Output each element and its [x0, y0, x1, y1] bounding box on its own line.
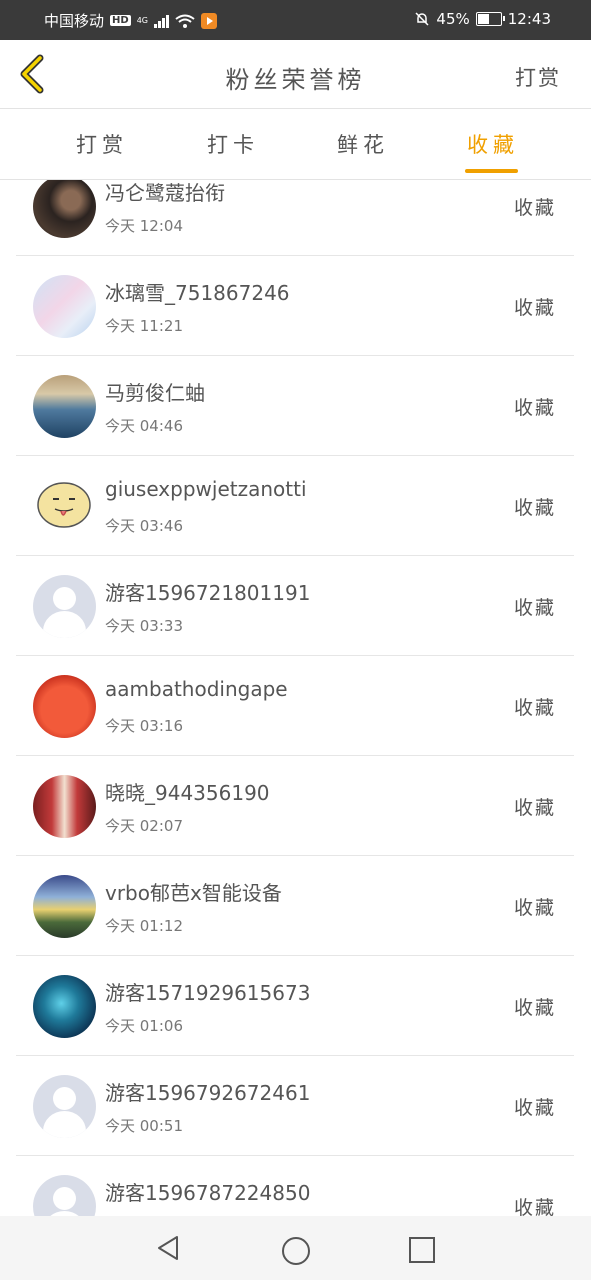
- list-item[interactable]: 马剪俊仁蚰 今天 04:46 收藏: [16, 355, 574, 456]
- mute-bell-icon: [415, 12, 429, 26]
- timestamp: 今天 02:07: [105, 817, 183, 835]
- reward-button[interactable]: 打赏: [515, 62, 561, 92]
- list-item[interactable]: vrbo郁芭x智能设备 今天 01:12 收藏: [16, 855, 574, 956]
- tab-checkin[interactable]: 打卡: [207, 129, 259, 159]
- tab-flowers[interactable]: 鲜花: [337, 129, 389, 159]
- timestamp: 今天 11:21: [105, 317, 183, 335]
- video-app-icon: [200, 12, 217, 29]
- cartoon-face-icon: [37, 482, 91, 528]
- user-name: 游客1596721801191: [105, 581, 311, 605]
- user-name: 晓晓_944356190: [105, 781, 270, 805]
- avatar: [33, 975, 96, 1038]
- action-label: 收藏: [513, 597, 556, 619]
- user-name: aambathodingape: [105, 677, 288, 701]
- tab-bar: 打赏 打卡 鲜花 收藏: [0, 109, 591, 180]
- fan-list: 冯仑鹭蔻抬衔 今天 12:04 收藏 冰璃雪_751867246 今天 11:2…: [0, 180, 591, 1216]
- list-item[interactable]: giusexppwjetzanotti 今天 03:46 收藏: [16, 455, 574, 556]
- user-name: 游客1571929615673: [105, 981, 311, 1005]
- avatar: [33, 675, 96, 738]
- timestamp: 今天 00:51: [105, 1117, 183, 1135]
- action-label: 收藏: [513, 1097, 556, 1119]
- timestamp: 今天 04:46: [105, 417, 183, 435]
- timestamp: 今天 03:46: [105, 517, 183, 535]
- user-name: vrbo郁芭x智能设备: [105, 881, 282, 905]
- avatar: [33, 775, 96, 838]
- carrier-label: 中国移动: [44, 12, 105, 30]
- action-label: 收藏: [513, 297, 556, 319]
- timestamp: 今天 03:33: [105, 617, 183, 635]
- signal-icon: [153, 14, 169, 28]
- square-recent-icon[interactable]: [409, 1237, 435, 1263]
- tab-favorites[interactable]: 收藏: [467, 129, 519, 159]
- list-item[interactable]: 游客1596721801191 今天 03:33 收藏: [16, 555, 574, 656]
- avatar: [33, 875, 96, 938]
- active-tab-indicator: [465, 169, 518, 173]
- avatar: [33, 1075, 96, 1138]
- triangle-back-icon[interactable]: [155, 1234, 181, 1262]
- battery-percent: 45%: [436, 10, 470, 28]
- user-name: 游客1596792672461: [105, 1081, 311, 1105]
- action-label: 收藏: [513, 697, 556, 719]
- system-nav-bar: [0, 1216, 591, 1280]
- clock: 12:43: [507, 10, 551, 28]
- action-label: 收藏: [513, 397, 556, 419]
- action-label: 收藏: [513, 997, 556, 1019]
- timestamp: 今天 12:04: [105, 217, 183, 235]
- avatar: [33, 275, 96, 338]
- user-name: giusexppwjetzanotti: [105, 477, 307, 501]
- list-item[interactable]: 冯仑鹭蔻抬衔 今天 12:04 收藏: [16, 180, 574, 256]
- battery-icon: [475, 12, 505, 26]
- page-title: 粉丝荣誉榜: [225, 66, 366, 94]
- list-item[interactable]: 游客1571929615673 今天 01:06 收藏: [16, 955, 574, 1056]
- timestamp: 今天 01:06: [105, 1017, 183, 1035]
- app-header: 粉丝荣誉榜 打赏: [0, 40, 591, 109]
- user-name: 冯仑鹭蔻抬衔: [105, 181, 225, 205]
- action-label: 收藏: [513, 797, 556, 819]
- action-label: 收藏: [513, 197, 556, 219]
- timestamp: 今天 01:12: [105, 917, 183, 935]
- list-item[interactable]: aambathodingape 今天 03:16 收藏: [16, 655, 574, 756]
- list-item[interactable]: 冰璃雪_751867246 今天 11:21 收藏: [16, 255, 574, 356]
- timestamp: 今天 03:16: [105, 717, 183, 735]
- action-label: 收藏: [513, 897, 556, 919]
- avatar: [33, 375, 96, 438]
- avatar: [33, 1175, 96, 1216]
- user-name: 游客1596787224850: [105, 1181, 311, 1205]
- user-name: 马剪俊仁蚰: [105, 381, 205, 405]
- action-label: 收藏: [513, 1197, 556, 1216]
- circle-home-icon[interactable]: [282, 1237, 310, 1265]
- hd-badge: HD: [110, 15, 131, 26]
- list-item[interactable]: 游客1596792672461 今天 00:51 收藏: [16, 1055, 574, 1156]
- list-item[interactable]: 游客1596787224850 收藏: [16, 1155, 574, 1216]
- avatar: [33, 180, 96, 238]
- action-label: 收藏: [513, 497, 556, 519]
- avatar: [33, 575, 96, 638]
- wifi-icon: [175, 14, 195, 28]
- network-type: 4G: [136, 16, 148, 25]
- status-bar: 中国移动 HD 4G 45% 12:43: [0, 0, 591, 40]
- avatar: [33, 475, 96, 538]
- user-name: 冰璃雪_751867246: [105, 281, 290, 305]
- list-item[interactable]: 晓晓_944356190 今天 02:07 收藏: [16, 755, 574, 856]
- tab-reward[interactable]: 打赏: [76, 129, 128, 159]
